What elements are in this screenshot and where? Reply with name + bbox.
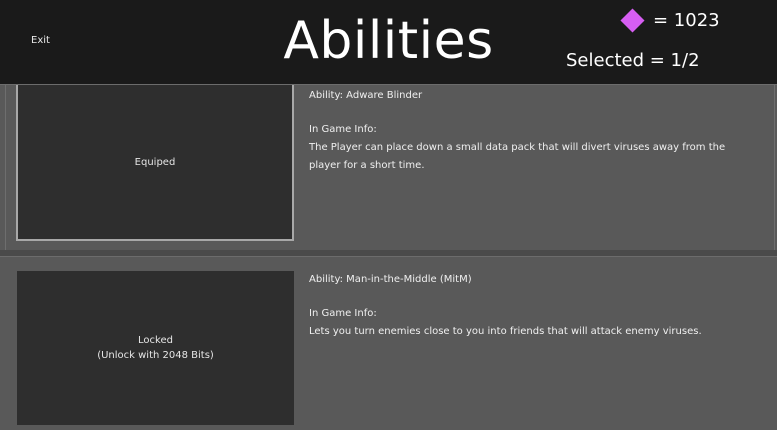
ability-status-tile[interactable]: Locked (Unlock with 2048 Bits) (17, 271, 294, 425)
top-bar: Exit Abilities = 1023 Selected = 1/2 (0, 0, 777, 84)
ability-card: Equiped Ability: Adware Blinder In Game … (0, 84, 777, 251)
selected-count: Selected = 1/2 (566, 50, 700, 71)
ability-description: The Player can place down a small data p… (309, 142, 726, 171)
info-heading: In Game Info: (309, 124, 377, 135)
ability-card: Locked (Unlock with 2048 Bits) Ability: … (0, 256, 777, 430)
currency-amount: = 1023 (653, 9, 720, 31)
currency-display: = 1023 (620, 6, 720, 34)
info-heading: In Game Info: (309, 308, 377, 319)
ability-name: Ability: Adware Blinder (309, 90, 423, 101)
ability-info: Ability: Man-in-the-Middle (MitM) In Gam… (309, 271, 757, 341)
ability-status-tile[interactable]: Equiped (16, 85, 294, 241)
abilities-screen: Exit Abilities = 1023 Selected = 1/2 Equ… (0, 0, 777, 430)
ability-description: Lets you turn enemies close to you into … (309, 326, 702, 337)
diamond-icon (620, 7, 645, 33)
ability-info: Ability: Adware Blinder In Game Info: Th… (309, 87, 757, 175)
ability-name: Ability: Man-in-the-Middle (MitM) (309, 274, 472, 285)
